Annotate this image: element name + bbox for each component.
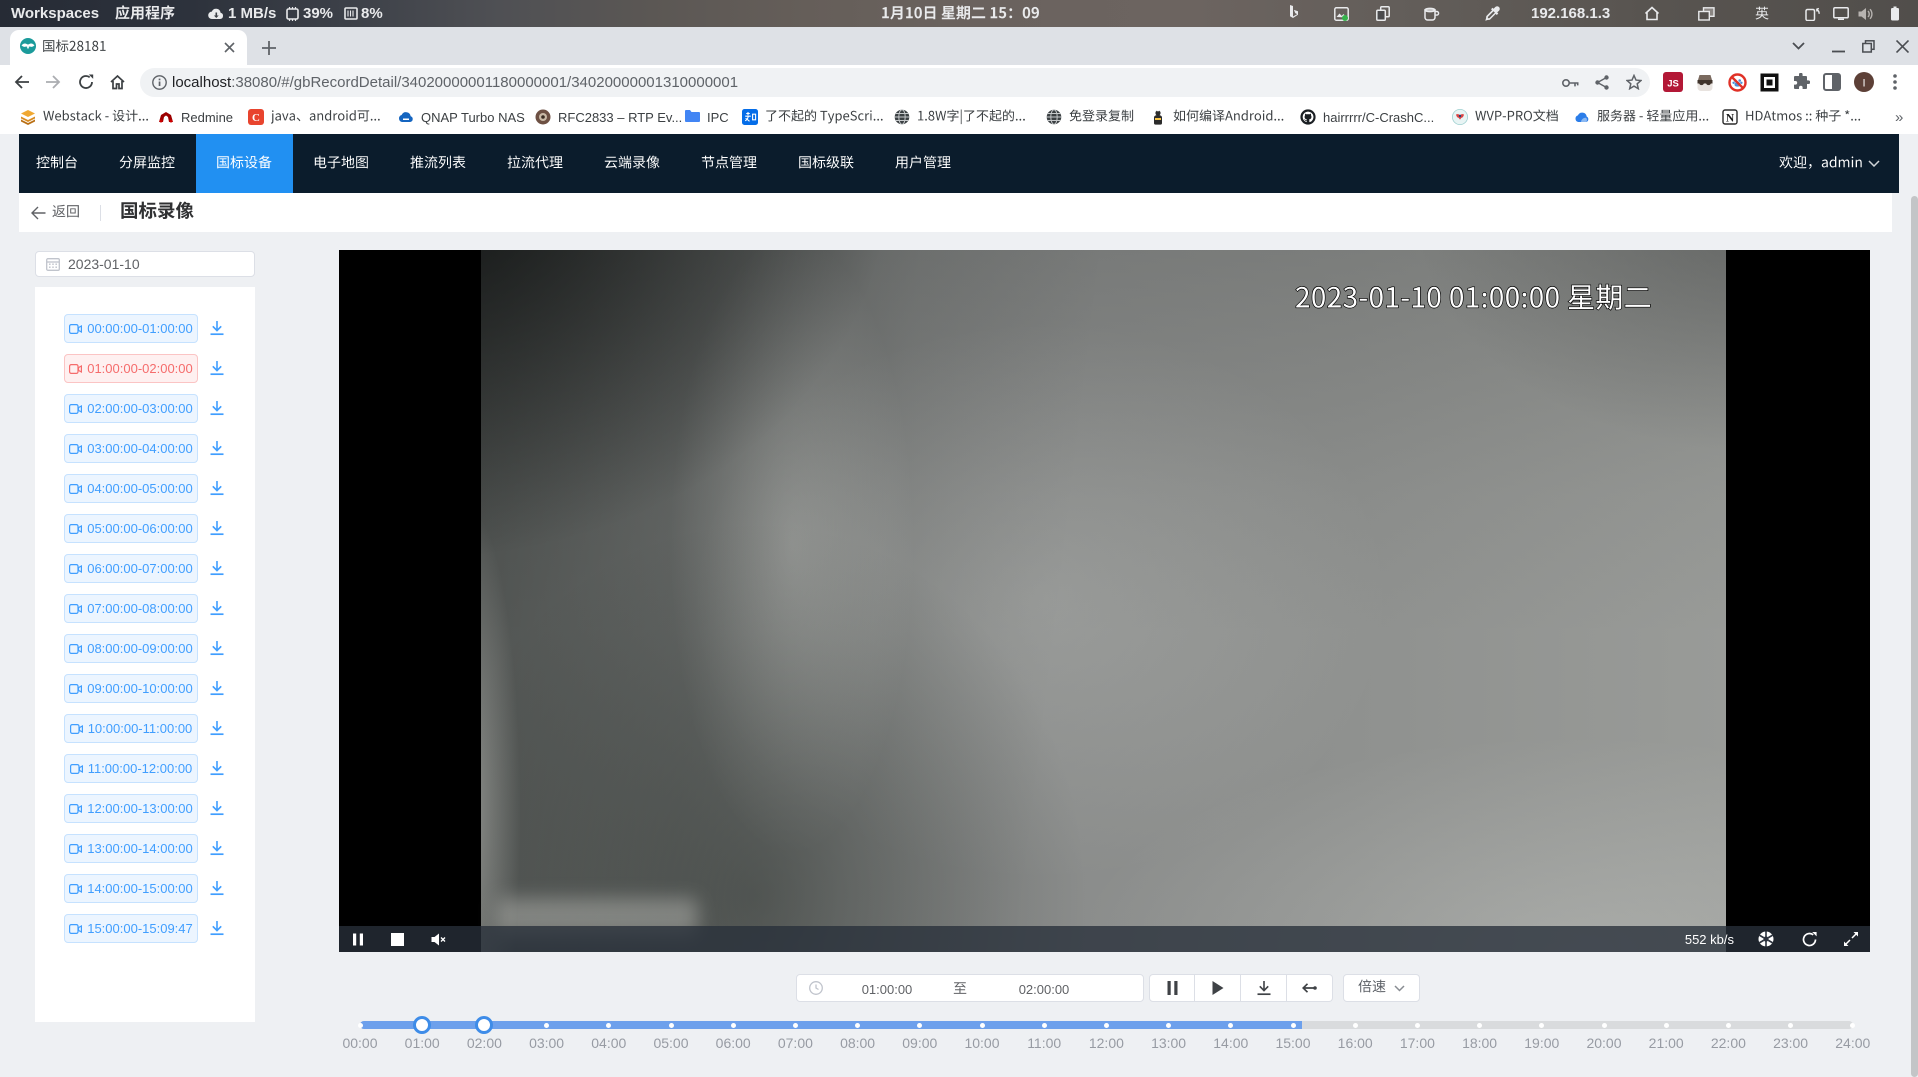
svg-text:I: I [1862,78,1865,90]
svg-text:C: C [252,112,260,124]
svg-text:JS: JS [1667,79,1679,90]
svg-text:N: N [1726,113,1735,125]
